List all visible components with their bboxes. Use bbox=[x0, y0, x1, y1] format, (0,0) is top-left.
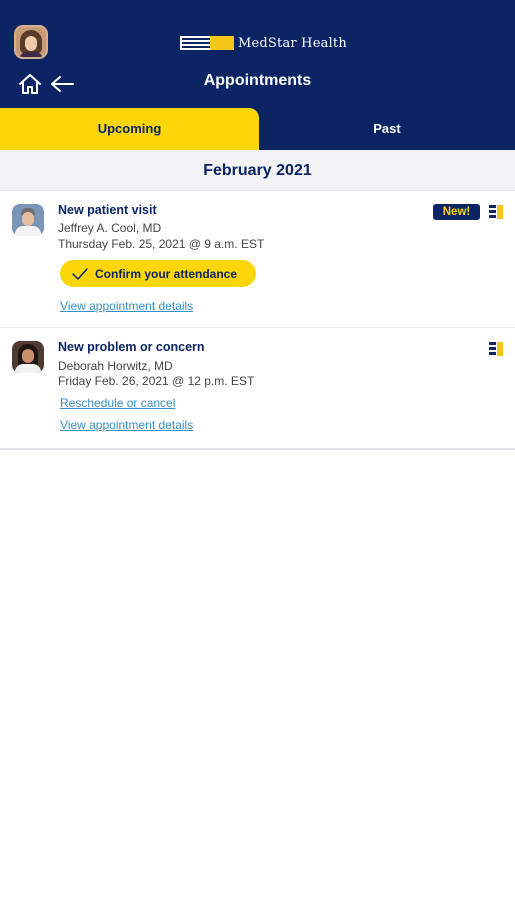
new-badge: New! bbox=[433, 204, 480, 220]
reschedule-cancel-link[interactable]: Reschedule or cancel bbox=[60, 396, 175, 410]
doctor-photo bbox=[12, 341, 44, 373]
medstar-mini-logo-icon bbox=[488, 204, 504, 220]
appointment-tabs: Upcoming Past bbox=[0, 108, 515, 150]
view-details-link[interactable]: View appointment details bbox=[60, 299, 193, 313]
app-header: MedStar Health Appointments Upcoming Pas… bbox=[0, 0, 515, 150]
appointment-type: New problem or concern bbox=[58, 340, 205, 354]
appointment-time: Friday Feb. 26, 2021 @ 12 p.m. EST bbox=[58, 374, 255, 388]
page-title: Appointments bbox=[203, 72, 312, 89]
medstar-mini-logo-icon bbox=[488, 341, 504, 357]
medstar-flag-icon bbox=[180, 36, 234, 50]
checkmark-icon bbox=[72, 267, 88, 280]
tab-upcoming[interactable]: Upcoming bbox=[0, 108, 259, 150]
appointment-card[interactable]: New patient visit Jeffrey A. Cool, MD Th… bbox=[0, 192, 515, 328]
appointments-screen: MedStar Health Appointments Upcoming Pas… bbox=[0, 0, 515, 900]
doctor-photo bbox=[12, 204, 44, 236]
view-details-link[interactable]: View appointment details bbox=[60, 418, 193, 432]
appointment-type: New patient visit bbox=[58, 203, 157, 217]
confirm-attendance-button[interactable]: Confirm your attendance bbox=[60, 260, 256, 287]
confirm-attendance-label: Confirm your attendance bbox=[95, 266, 238, 281]
month-header: February 2021 bbox=[0, 150, 515, 191]
doctor-name: Jeffrey A. Cool, MD bbox=[58, 221, 162, 235]
brand-logo: MedStar Health bbox=[180, 35, 347, 51]
tab-past[interactable]: Past bbox=[259, 108, 515, 150]
appointment-card[interactable]: New problem or concern Deborah Horwitz, … bbox=[0, 329, 515, 450]
brand-name: MedStar Health bbox=[238, 35, 347, 51]
doctor-name: Deborah Horwitz, MD bbox=[58, 359, 173, 373]
user-avatar[interactable] bbox=[14, 25, 48, 59]
appointment-time: Thursday Feb. 25, 2021 @ 9 a.m. EST bbox=[58, 237, 265, 251]
